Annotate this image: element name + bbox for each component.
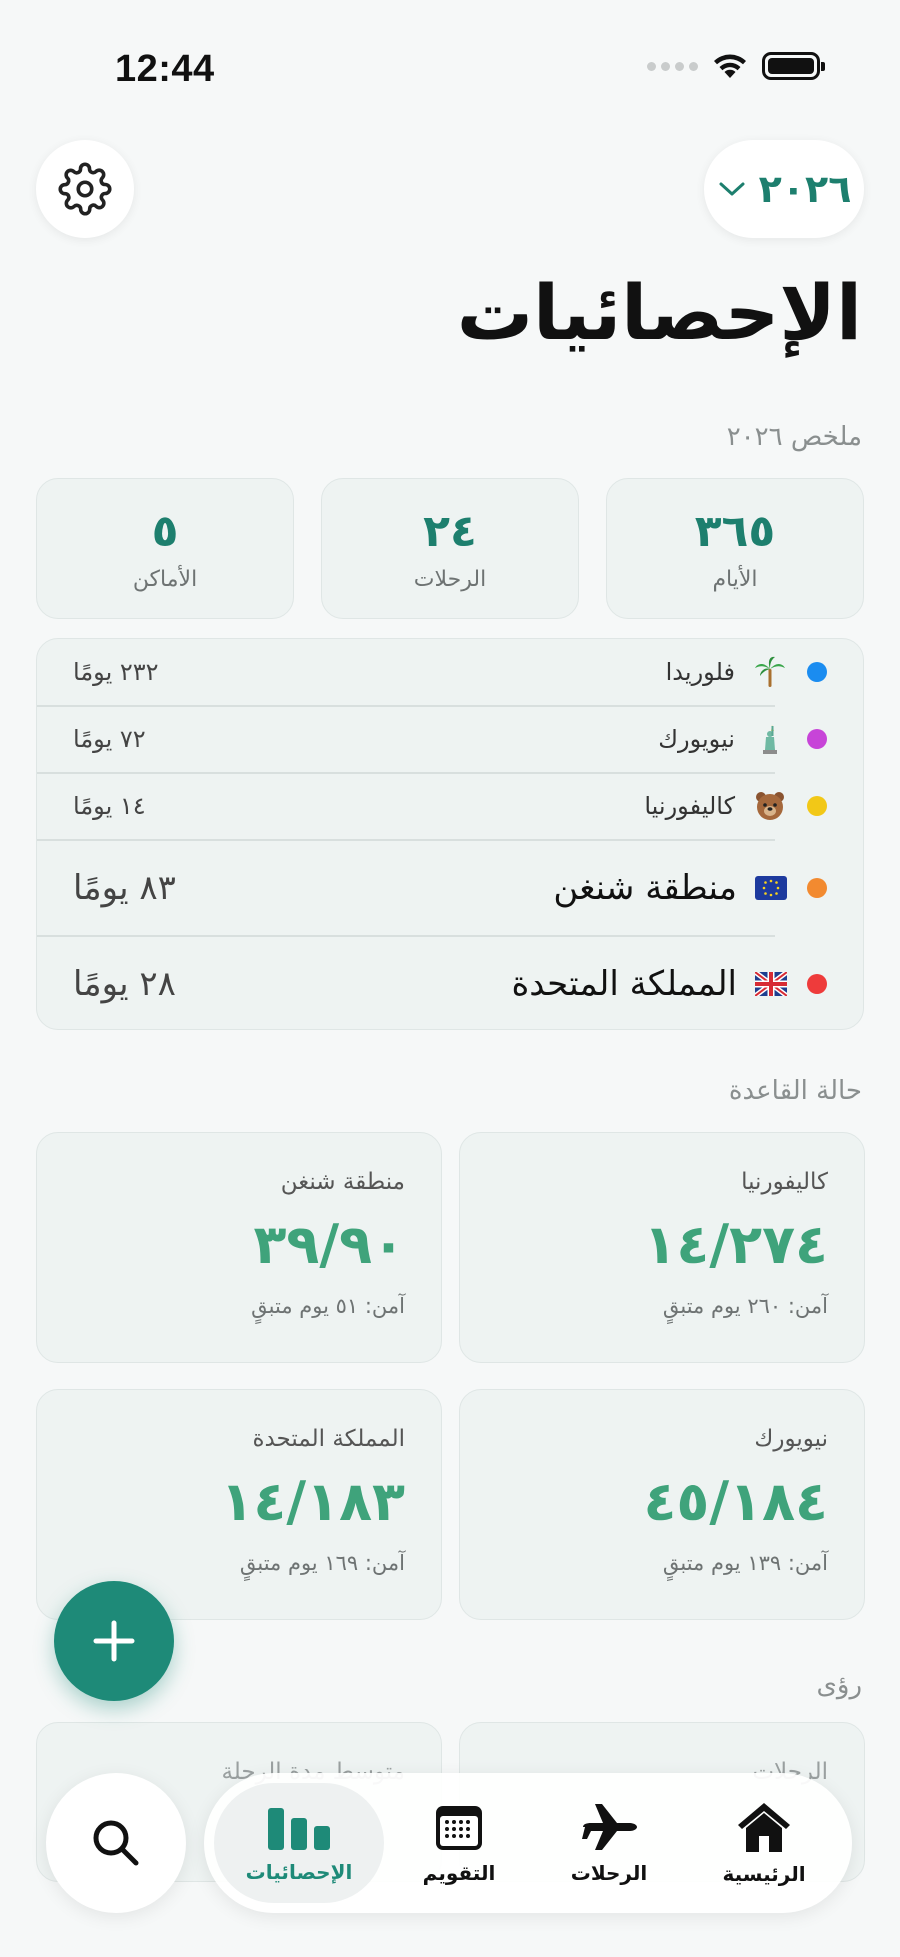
rule-title: منطقة شنغن bbox=[280, 1169, 405, 1195]
tab-statistics[interactable]: الإحصائيات bbox=[214, 1783, 384, 1903]
rule-value: ١٤/١٨٣ bbox=[220, 1470, 405, 1533]
color-dot bbox=[807, 729, 827, 749]
palm-tree-icon bbox=[753, 655, 787, 689]
uk-flag-icon bbox=[755, 971, 787, 996]
gear-icon bbox=[58, 162, 112, 216]
tab-trips[interactable]: الرحلات bbox=[534, 1773, 684, 1913]
status-indicators bbox=[647, 52, 825, 80]
rules-section-label: حالة القاعدة bbox=[728, 1076, 862, 1106]
eu-flag-icon bbox=[755, 875, 787, 900]
tab-label: الإحصائيات bbox=[245, 1860, 353, 1884]
location-list: فلوريدا ٢٣٢ يومًا نيويورك ٧٢ يومًا كاليف… bbox=[36, 638, 864, 1030]
location-row-florida[interactable]: فلوريدا ٢٣٢ يومًا bbox=[37, 639, 863, 705]
battery-icon bbox=[762, 52, 825, 80]
rule-title: المملكة المتحدة bbox=[252, 1426, 405, 1452]
search-icon bbox=[93, 1820, 139, 1866]
summary-label: الأيام bbox=[712, 566, 758, 592]
add-trip-button[interactable] bbox=[54, 1581, 174, 1701]
rule-value: ٤٥/١٨٤ bbox=[643, 1470, 828, 1533]
color-dot bbox=[807, 877, 827, 898]
plus-icon bbox=[93, 1620, 135, 1662]
location-days: ١٤ يومًا bbox=[73, 792, 146, 820]
summary-value: ٥ bbox=[151, 505, 179, 557]
rule-value: ٣٩/٩٠ bbox=[253, 1213, 405, 1276]
summary-value: ٣٦٥ bbox=[694, 505, 776, 557]
location-name: منطقة شنغن bbox=[553, 867, 737, 908]
color-dot bbox=[807, 796, 827, 816]
location-name: المملكة المتحدة bbox=[511, 963, 737, 1004]
rule-note: آمن: ١٦٩ يوم متبقٍ bbox=[239, 1551, 405, 1575]
cellular-signal-icon bbox=[647, 61, 698, 71]
chevron-down-icon bbox=[719, 182, 745, 196]
summary-card-days: ٣٦٥ الأيام bbox=[606, 478, 864, 619]
tab-home[interactable]: الرئيسية bbox=[684, 1773, 844, 1913]
year-selector[interactable]: ٢٠٢٦ bbox=[704, 140, 864, 238]
bear-icon bbox=[753, 789, 787, 823]
tab-calendar[interactable]: التقويم bbox=[384, 1773, 534, 1913]
tab-label: الرئيسية bbox=[722, 1862, 806, 1886]
calendar-icon bbox=[436, 1806, 482, 1850]
insights-section-label: رؤى bbox=[816, 1670, 862, 1700]
rule-value: ١٤/٢٧٤ bbox=[643, 1213, 828, 1276]
location-row-uk[interactable]: المملكة المتحدة ٢٨ يومًا bbox=[37, 936, 863, 1029]
year-label: ٢٠٢٦ bbox=[758, 167, 852, 211]
location-name: فلوريدا bbox=[665, 658, 735, 686]
page-title: الإحصائيات bbox=[456, 268, 862, 357]
color-dot bbox=[807, 973, 827, 994]
summary-value: ٢٤ bbox=[423, 505, 477, 557]
location-days: ٨٣ يومًا bbox=[73, 867, 176, 908]
location-row-california[interactable]: كاليفورنيا ١٤ يومًا bbox=[37, 773, 863, 839]
summary-cards: ٣٦٥ الأيام ٢٤ الرحلات ٥ الأماكن bbox=[36, 478, 864, 619]
rule-note: آمن: ١٣٩ يوم متبقٍ bbox=[662, 1551, 828, 1575]
tab-bar: الإحصائيات التقويم الرحلات الرئيسية bbox=[204, 1773, 852, 1913]
tab-label: التقويم bbox=[422, 1861, 496, 1885]
bar-chart-icon bbox=[268, 1808, 330, 1850]
status-time: 12:44 bbox=[115, 48, 215, 90]
airplane-icon bbox=[582, 1804, 637, 1850]
location-days: ٧٢ يومًا bbox=[73, 725, 146, 753]
summary-section-label: ملخص ٢٠٢٦ bbox=[726, 422, 862, 452]
color-dot bbox=[807, 662, 827, 682]
summary-card-trips: ٢٤ الرحلات bbox=[321, 478, 579, 619]
rule-note: آمن: ٢٦٠ يوم متبقٍ bbox=[662, 1294, 828, 1318]
rule-title: كاليفورنيا bbox=[741, 1169, 828, 1195]
summary-card-places: ٥ الأماكن bbox=[36, 478, 294, 619]
location-days: ٢٨ يومًا bbox=[73, 963, 176, 1004]
settings-button[interactable] bbox=[36, 140, 134, 238]
search-button[interactable] bbox=[46, 1773, 186, 1913]
location-days: ٢٣٢ يومًا bbox=[73, 658, 159, 686]
location-name: كاليفورنيا bbox=[644, 792, 735, 820]
rule-card-schengen[interactable]: منطقة شنغن ٣٩/٩٠ آمن: ٥١ يوم متبقٍ bbox=[36, 1132, 442, 1363]
location-name: نيويورك bbox=[658, 725, 735, 753]
rule-note: آمن: ٥١ يوم متبقٍ bbox=[251, 1294, 405, 1318]
rule-card-new-york[interactable]: نيويورك ٤٥/١٨٤ آمن: ١٣٩ يوم متبقٍ bbox=[459, 1389, 865, 1620]
statue-of-liberty-icon bbox=[753, 722, 787, 756]
rule-card-california[interactable]: كاليفورنيا ١٤/٢٧٤ آمن: ٢٦٠ يوم متبقٍ bbox=[459, 1132, 865, 1363]
wifi-icon bbox=[714, 54, 746, 78]
location-row-new-york[interactable]: نيويورك ٧٢ يومًا bbox=[37, 706, 863, 772]
tab-label: الرحلات bbox=[570, 1861, 648, 1885]
house-icon bbox=[738, 1803, 790, 1852]
summary-label: الأماكن bbox=[132, 566, 198, 592]
rule-title: نيويورك bbox=[754, 1426, 828, 1452]
summary-label: الرحلات bbox=[413, 566, 487, 592]
location-row-schengen[interactable]: منطقة شنغن ٨٣ يومًا bbox=[37, 840, 863, 935]
